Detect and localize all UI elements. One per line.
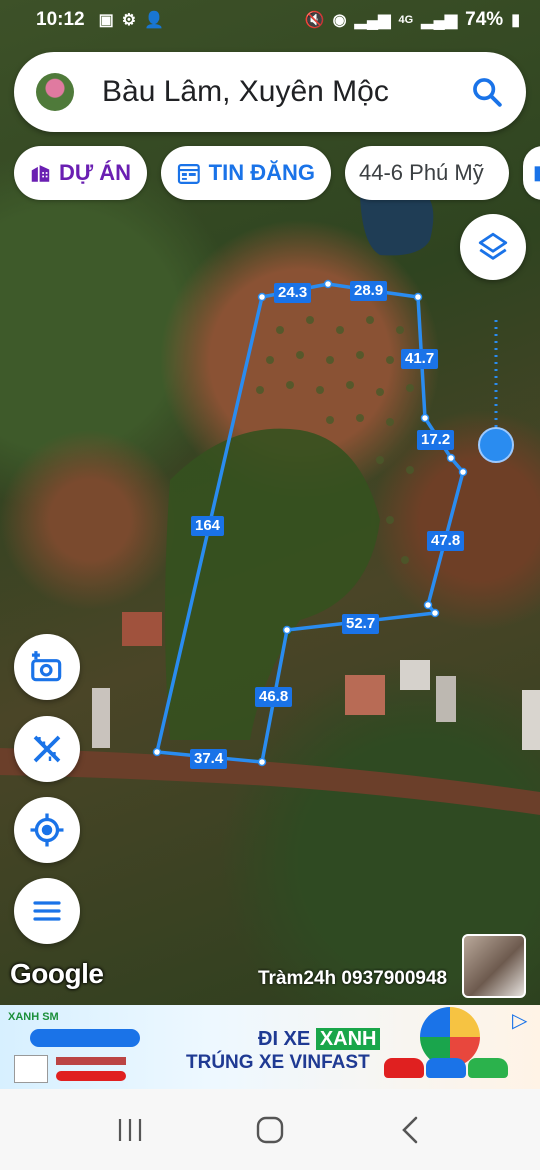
notification-icons: ▣ ⚙ 👤: [99, 10, 164, 30]
ad-info-icon[interactable]: ▷: [512, 1008, 538, 1034]
measure-label: 24.3: [274, 283, 312, 303]
ad-decoration: [56, 1057, 126, 1065]
location-icon: ◉: [332, 12, 347, 29]
settings-icon: ⚙: [121, 12, 137, 29]
building: [122, 612, 162, 646]
search-bar[interactable]: Bàu Lâm, Xuyên Mộc: [14, 52, 526, 132]
watermark-text: Tràm24h 0937900948: [258, 968, 448, 989]
crosshair-icon: [30, 813, 64, 847]
battery-icon: ▮: [511, 12, 520, 29]
car-graphic: [468, 1058, 508, 1078]
my-location-dot: [478, 427, 514, 463]
menu-button[interactable]: [14, 878, 80, 944]
chip-label: DỰ ÁN: [58, 160, 131, 185]
road: [0, 748, 540, 815]
chip-label: TIN ĐĂNG: [208, 160, 315, 185]
measure-label: 52.7: [342, 614, 380, 634]
measure-label: 47.8: [427, 531, 465, 551]
recents-icon: [118, 1118, 142, 1141]
car-graphic: [426, 1058, 466, 1078]
system-nav-bar: [0, 1089, 540, 1170]
chip-label: 44-6 Phú Mỹ: [359, 160, 484, 185]
add-photo-icon: [31, 651, 62, 682]
chip-tin-dang[interactable]: TIN ĐĂNG: [161, 146, 331, 200]
chip-more[interactable]: [523, 146, 540, 200]
ad-decoration: [30, 1029, 140, 1047]
building: [400, 660, 430, 690]
camera-button[interactable]: [14, 634, 80, 700]
my-location-button[interactable]: [14, 797, 80, 863]
measure-label: 37.4: [190, 749, 228, 769]
menu-icon: [33, 901, 61, 921]
measure-label: 41.7: [401, 349, 439, 369]
building: [522, 690, 540, 750]
home-icon: [256, 1116, 284, 1143]
system-icons: 🔇 ◉ ▂▄▆ 4G ▂▄▆ 74% ▮: [305, 9, 520, 31]
building: [92, 688, 110, 748]
layers-button[interactable]: [460, 214, 526, 280]
signal-icon: ▂▄▆: [354, 12, 391, 29]
search-icon[interactable]: [470, 75, 504, 109]
signal-icon: ▂▄▆: [421, 12, 458, 29]
recent-apps-button[interactable]: [100, 1110, 160, 1150]
back-button[interactable]: [380, 1110, 440, 1150]
measure-label: 28.9: [350, 281, 388, 301]
avatar[interactable]: [36, 73, 74, 111]
layers-icon: [478, 232, 508, 260]
ad-decoration: [56, 1071, 126, 1081]
ad-title-prefix: ĐI XE: [258, 1028, 311, 1050]
ruler-pencil-icon: [33, 735, 61, 763]
network-label: 4G: [398, 14, 414, 26]
filter-chips: DỰ ÁN TIN ĐĂNG 44-6 Phú Mỹ: [14, 146, 540, 200]
search-input[interactable]: Bàu Lâm, Xuyên Mộc: [102, 75, 470, 109]
street-view-thumbnail[interactable]: [462, 934, 526, 998]
measure-label: 164: [191, 516, 225, 536]
ad-title: ĐI XE XANH: [258, 1028, 381, 1051]
building-icon: [534, 166, 540, 182]
ad-subtitle: TRÚNG XE VINFAST: [186, 1052, 370, 1073]
back-icon: [402, 1116, 418, 1143]
ad-brand: XANH SM: [8, 1011, 59, 1023]
building: [436, 676, 456, 722]
car-graphic: [384, 1058, 424, 1078]
calendar-icon: [177, 164, 200, 184]
chip-place[interactable]: 44-6 Phú Mỹ: [345, 146, 509, 200]
battery-percent: 74%: [465, 9, 504, 30]
image-icon: ▣: [98, 12, 114, 29]
measure-label: 17.2: [417, 430, 455, 450]
measure-label: 46.8: [255, 687, 293, 707]
home-button[interactable]: [240, 1110, 300, 1150]
status-time: 10:12: [36, 9, 85, 30]
building: [345, 675, 385, 715]
measure-button[interactable]: [14, 716, 80, 782]
add-person-icon: 👤: [144, 12, 164, 29]
qr-code: [14, 1055, 48, 1083]
building-icon: [31, 165, 50, 182]
status-bar: 10:12 ▣ ⚙ 👤 🔇 ◉ ▂▄▆ 4G ▂▄▆ 74% ▮: [0, 0, 540, 40]
ad-title-highlight: XANH: [315, 1028, 381, 1050]
chip-du-an[interactable]: DỰ ÁN: [14, 146, 147, 200]
mute-icon: 🔇: [304, 12, 325, 29]
google-attribution: Google: [10, 958, 104, 989]
